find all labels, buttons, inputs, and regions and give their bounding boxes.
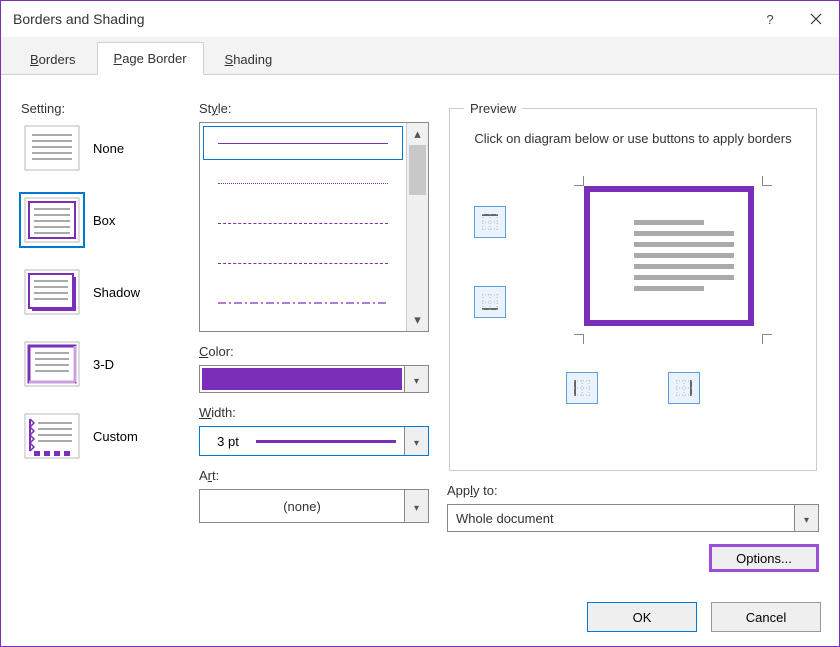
setting-box[interactable]: Box [21,194,181,246]
cancel-button[interactable]: Cancel [711,602,821,632]
style-option-solid[interactable] [200,123,406,163]
apply-to-value: Whole document [448,505,794,531]
width-label: Width: [199,405,429,420]
style-scrollbar[interactable]: ▴ ▾ [406,123,428,331]
setting-custom-thumb [21,410,83,462]
scroll-up-icon[interactable]: ▴ [407,123,428,145]
color-dropdown-icon [404,366,428,392]
apply-to-label: Apply to: [447,483,819,498]
setting-box-label: Box [93,213,115,228]
width-dropdown-icon [404,427,428,455]
options-button[interactable]: Options... [709,544,819,572]
borders-shading-dialog: Borders and Shading ? Borders Page Borde… [0,0,840,647]
tab-shading[interactable]: Shading [208,43,290,75]
style-label: Style: [199,101,429,116]
style-list[interactable] [200,123,406,331]
border-top-icon [480,212,500,232]
style-option-dash[interactable] [200,243,406,283]
apply-to-dropdown-icon [794,505,818,531]
color-select[interactable] [199,365,429,393]
apply-to-section: Apply to: Whole document Options... [447,483,819,572]
close-button[interactable] [793,1,839,37]
preview-column: Preview Click on diagram below or use bu… [447,101,819,580]
setting-custom-label: Custom [93,429,138,444]
border-left-icon [572,378,592,398]
style-option-dash-fine[interactable] [200,203,406,243]
scroll-down-icon[interactable]: ▾ [407,309,428,331]
preview-group: Preview Click on diagram below or use bu… [449,101,817,471]
preview-legend: Preview [464,101,522,116]
tab-page-border[interactable]: Page Border [97,42,204,75]
setting-shadow[interactable]: Shadow [21,266,181,318]
width-sample-bar [256,440,396,443]
setting-column: Setting: None Box Shadow [21,101,181,580]
crop-mark-tl [574,176,584,186]
scroll-track[interactable] [407,145,428,309]
color-swatch [202,368,402,390]
border-right-icon [674,378,694,398]
scroll-thumb[interactable] [409,145,426,195]
preview-canvas [464,166,802,366]
style-list-box: ▴ ▾ [199,122,429,332]
setting-custom[interactable]: Custom [21,410,181,462]
tab-bar: Borders Page Border Shading [1,37,839,75]
crop-mark-bl [574,334,584,344]
art-label: Art: [199,468,429,483]
border-right-toggle[interactable] [668,372,700,404]
setting-shadow-label: Shadow [93,285,140,300]
width-value: 3 pt [200,434,256,449]
art-value: (none) [200,490,404,522]
window-title: Borders and Shading [13,11,747,27]
style-option-dashdot[interactable] [200,283,406,323]
border-bottom-toggle[interactable] [474,286,506,318]
border-top-toggle[interactable] [474,206,506,238]
art-select[interactable]: (none) [199,489,429,523]
ok-button[interactable]: OK [587,602,697,632]
setting-3d-label: 3-D [93,357,114,372]
width-select[interactable]: 3 pt [199,426,429,456]
art-dropdown-icon [404,490,428,522]
border-left-toggle[interactable] [566,372,598,404]
setting-none-thumb [21,122,83,174]
dialog-content: Setting: None Box Shadow [1,83,839,590]
setting-3d-thumb [21,338,83,390]
setting-label: Setting: [21,101,181,116]
tab-borders[interactable]: Borders [13,43,93,75]
setting-shadow-thumb [21,266,83,318]
preview-doc-lines [634,220,734,291]
dialog-buttons: OK Cancel [587,602,821,632]
crop-mark-br [762,334,772,344]
preview-hint: Click on diagram below or use buttons to… [464,130,802,148]
setting-3d[interactable]: 3-D [21,338,181,390]
border-bottom-icon [480,292,500,312]
setting-box-thumb [21,194,83,246]
setting-none[interactable]: None [21,122,181,174]
style-option-dotted[interactable] [200,163,406,203]
help-button[interactable]: ? [747,1,793,37]
setting-none-label: None [93,141,124,156]
preview-document[interactable] [584,186,754,326]
style-column: Style: ▴ ▾ Color: [199,101,429,580]
color-label: Color: [199,344,429,359]
close-icon [810,13,822,25]
crop-mark-tr [762,176,772,186]
title-bar: Borders and Shading ? [1,1,839,37]
apply-to-select[interactable]: Whole document [447,504,819,532]
